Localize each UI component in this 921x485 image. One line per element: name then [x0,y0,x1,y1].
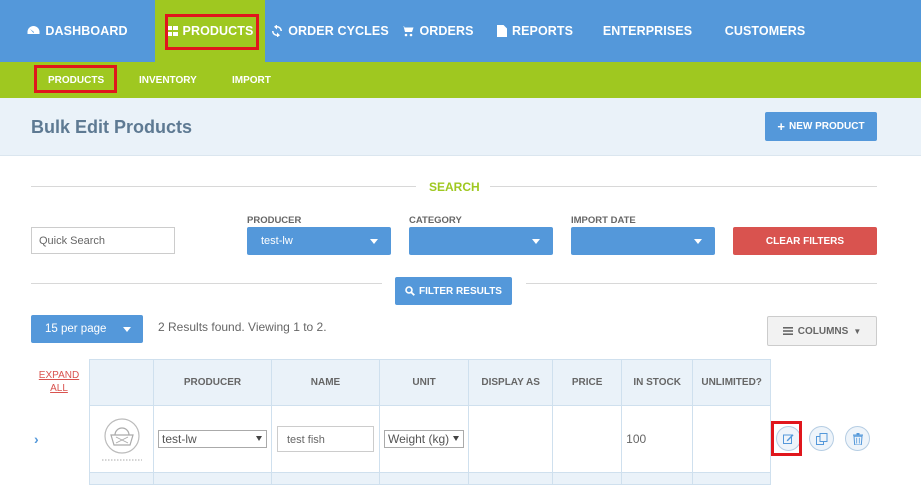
header-unlimited[interactable]: UNLIMITED? [692,359,772,406]
edit-icon [783,434,794,444]
chevron-down-icon [453,436,460,441]
category-select[interactable] [409,227,553,255]
quick-search-input[interactable]: Quick Search [31,227,175,254]
grid-icon [166,26,178,36]
file-icon [496,25,507,37]
clone-product-button[interactable] [809,426,834,451]
producer-select-value: test-lw [261,235,293,247]
table-header-row: PRODUCER NAME UNIT DISPLAY AS PRICE IN S… [89,359,772,406]
new-product-label: NEW PRODUCT [789,121,865,132]
chevron-down-icon [532,239,540,244]
chevron-down-icon [694,239,702,244]
row-producer-select[interactable]: test-lw [158,430,267,448]
expand-all-line1: EXPAND [38,370,80,381]
product-image-cell [89,405,154,473]
subnav-products-label: PRODUCTS [48,74,105,86]
search-divider-left [31,186,416,187]
header-unit[interactable]: UNIT [378,359,470,406]
nav-order-cycles[interactable]: ORDER CYCLES [265,0,395,62]
nav-reports-label: REPORTS [511,24,574,38]
nav-orders[interactable]: ORDERS [395,0,480,62]
nav-reports[interactable]: REPORTS [480,0,590,62]
row-name-input[interactable]: test fish [277,426,374,452]
sub-nav: PRODUCTS INVENTORY IMPORT [0,62,921,98]
columns-label: COLUMNS [797,325,849,337]
expand-all-line2: ALL [50,383,68,394]
main-nav: DASHBOARD PRODUCTS ORDER CYCLES ORDERS R… [0,0,921,62]
copy-icon [815,432,827,445]
per-page-select[interactable]: 15 per page [31,315,143,343]
subnav-inventory[interactable]: INVENTORY [139,62,197,98]
nav-dashboard-label: DASHBOARD [45,24,128,38]
dashboard-icon [27,26,40,34]
plus-icon: + [777,118,786,134]
page-header: Bulk Edit Products + NEW PRODUCT [0,98,921,156]
basket-placeholder-icon[interactable] [100,415,144,463]
search-divider-right [490,186,877,187]
row-producer-value: test-lw [162,432,197,446]
name-cell: test fish [271,405,380,473]
display-as-cell[interactable] [468,405,554,473]
filter-results-button[interactable]: FILTER RESULTS [395,277,512,305]
nav-enterprises-label: ENTERPRISES [602,24,693,38]
filter-divider-left [31,283,382,284]
per-page-value: 15 per page [45,323,107,335]
import-date-select[interactable] [571,227,715,255]
nav-orders-label: ORDERS [419,24,474,38]
filter-divider-right [526,283,877,284]
chevron-down-icon [256,436,262,441]
producer-cell: test-lw [153,405,272,473]
subnav-products[interactable]: PRODUCTS [48,62,104,98]
expand-row-chevron-icon[interactable]: › [34,431,39,447]
caret-down-icon: ▼ [853,326,862,336]
row-unit-select[interactable]: Weight (kg) [384,430,465,448]
subnav-inventory-label: INVENTORY [139,74,197,86]
chevron-down-icon [123,327,131,332]
nav-customers-label: CUSTOMERS [724,24,806,38]
columns-button[interactable]: COLUMNS ▼ [767,316,877,346]
table-row: test-lw test fish Weight (kg) 100 [89,405,772,473]
list-icon [782,327,793,335]
refresh-icon [272,25,283,37]
nav-customers[interactable]: CUSTOMERS [705,0,825,62]
cart-icon [401,26,414,37]
subnav-import[interactable]: IMPORT [232,62,271,98]
nav-order-cycles-label: ORDER CYCLES [288,24,389,38]
producer-select[interactable]: test-lw [247,227,391,255]
header-in-stock[interactable]: IN STOCK [621,359,694,406]
search-icon [405,286,415,296]
header-name[interactable]: NAME [271,359,380,406]
products-table: PRODUCER NAME UNIT DISPLAY AS PRICE IN S… [89,359,772,485]
import-date-label: IMPORT DATE [571,215,636,226]
unit-cell: Weight (kg) [378,405,470,473]
chevron-down-icon [370,239,378,244]
price-cell[interactable] [552,405,623,473]
category-label: CATEGORY [409,215,462,226]
results-summary: 2 Results found. Viewing 1 to 2. [158,320,327,334]
nav-dashboard[interactable]: DASHBOARD [0,0,155,62]
expand-all-link[interactable]: EXPAND ALL [38,369,80,395]
edit-product-button[interactable] [776,426,801,451]
header-producer[interactable]: PRODUCER [153,359,272,406]
nav-enterprises[interactable]: ENTERPRISES [590,0,705,62]
header-price[interactable]: PRICE [552,359,623,406]
clear-filters-button[interactable]: CLEAR FILTERS [733,227,877,255]
filter-results-label: FILTER RESULTS [419,285,502,297]
row-unit-value: Weight (kg) [388,432,450,446]
nav-products[interactable]: PRODUCTS [155,0,265,62]
unlimited-cell[interactable] [692,405,772,473]
page-title: Bulk Edit Products [31,117,193,137]
trash-icon [852,432,863,445]
in-stock-cell[interactable]: 100 [621,405,694,473]
nav-products-label: PRODUCTS [182,24,254,38]
subnav-import-label: IMPORT [232,74,271,86]
delete-product-button[interactable] [845,426,870,451]
producer-label: PRODUCER [247,215,302,226]
table-row [89,472,772,485]
header-image [89,359,154,406]
new-product-button[interactable]: + NEW PRODUCT [765,112,877,141]
search-section-label: SEARCH [429,180,480,194]
header-display-as[interactable]: DISPLAY AS [468,359,554,406]
